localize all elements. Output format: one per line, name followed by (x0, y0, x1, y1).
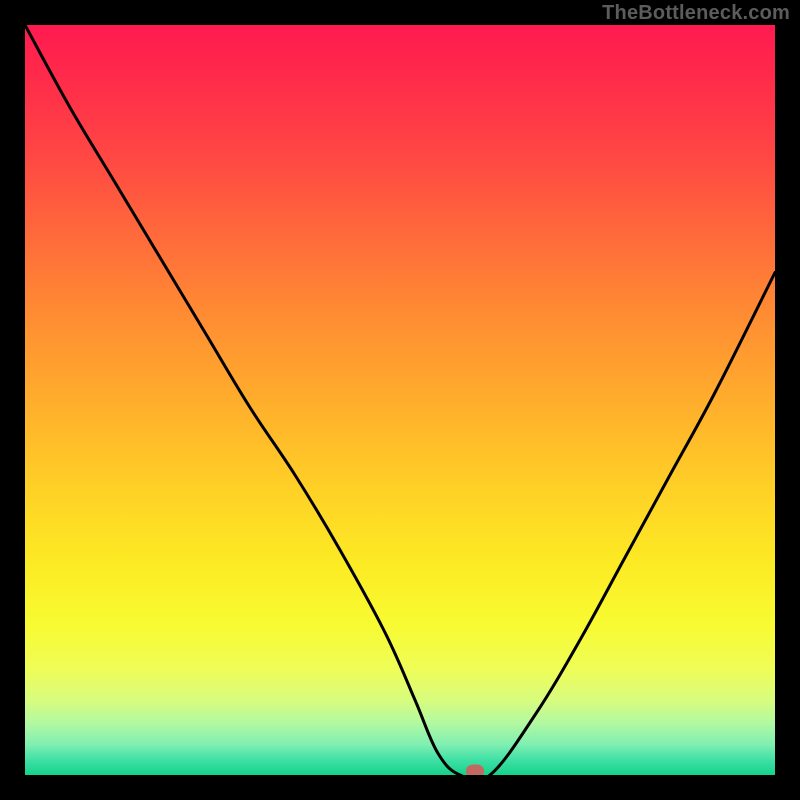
optimal-marker (466, 765, 484, 776)
plot-area (25, 25, 775, 775)
attribution-label: TheBottleneck.com (602, 2, 790, 25)
bottleneck-curve (25, 25, 775, 775)
curve-path (25, 25, 775, 775)
chart-frame: TheBottleneck.com (0, 0, 800, 800)
